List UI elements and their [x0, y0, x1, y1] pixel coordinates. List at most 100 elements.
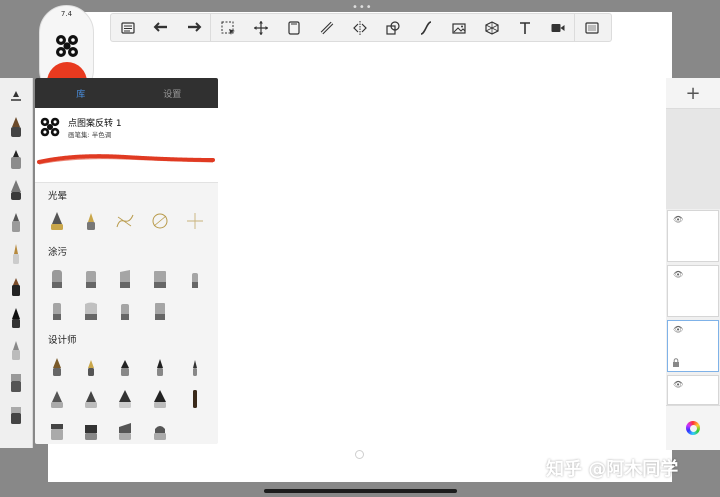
recent-brush-7[interactable]: [7, 307, 25, 329]
recent-brush-2[interactable]: [7, 148, 25, 170]
recent-brush-4[interactable]: [7, 211, 25, 233]
flat-brush-icon: [119, 423, 131, 440]
add-layer-button[interactable]: +: [666, 78, 720, 109]
glow-brush-2[interactable]: [81, 210, 101, 232]
designer-brush-2[interactable]: [81, 356, 101, 378]
glow-brush-3[interactable]: [115, 210, 135, 232]
recent-brush-8[interactable]: [7, 339, 25, 361]
layer-thumbnail-1[interactable]: 👁: [667, 210, 719, 262]
section-designer[interactable]: 设计师: [48, 332, 77, 346]
flat-brush-icon: [11, 374, 21, 392]
recent-brush-10[interactable]: [7, 403, 25, 425]
tab-settings[interactable]: 设置: [127, 78, 219, 108]
shapes-button[interactable]: [376, 14, 409, 41]
designer-brush-10[interactable]: [185, 388, 205, 410]
layer-thumbnail-3[interactable]: 👁: [667, 320, 719, 372]
layer-thumbnail-4[interactable]: 👁: [667, 375, 719, 405]
ruler-icon: [320, 21, 333, 34]
smudge-brush-3[interactable]: [115, 268, 135, 290]
glow-sparkle-icon: [187, 213, 203, 229]
designer-brush-14[interactable]: [150, 420, 170, 442]
designer-brush-5[interactable]: [185, 356, 205, 378]
smudge-brush-1[interactable]: [47, 268, 67, 290]
eye-icon[interactable]: 👁: [673, 270, 683, 279]
transform-button[interactable]: [244, 14, 277, 41]
section-smudge[interactable]: 涂污: [48, 244, 67, 258]
smudge-brush-2[interactable]: [81, 268, 101, 290]
glow-swirl-icon: [116, 214, 134, 228]
curve-button[interactable]: [409, 14, 442, 41]
tab-library[interactable]: 库: [35, 78, 127, 108]
lock-icon: [673, 358, 679, 367]
flat-brush-icon: [51, 424, 63, 440]
video-button[interactable]: [541, 14, 574, 41]
designer-brush-7[interactable]: [81, 388, 101, 410]
color-wheel-button[interactable]: [666, 405, 720, 450]
designer-brush-3[interactable]: [115, 356, 135, 378]
undo-button[interactable]: [144, 14, 177, 41]
layer-thumbnail-2[interactable]: 👁: [667, 265, 719, 317]
designer-brush-9[interactable]: [150, 388, 170, 410]
smudge-icon: [52, 270, 62, 288]
recent-brush-6[interactable]: [7, 275, 25, 297]
recent-brush-5[interactable]: [7, 243, 25, 265]
eye-icon[interactable]: 👁: [673, 325, 683, 334]
undo-icon: [153, 21, 167, 32]
pen-nib-icon: [193, 360, 197, 376]
current-brush-set: 画笔集: 半色调: [68, 131, 112, 139]
glow-brush-5[interactable]: [185, 210, 205, 232]
smudge-brush-6[interactable]: [47, 300, 67, 322]
recent-brush-9[interactable]: [7, 371, 25, 393]
brush-size-value: 7.4: [60, 10, 73, 18]
recent-brush-3[interactable]: [7, 179, 25, 201]
current-brush-header[interactable]: 点图案反转 1 画笔集: 半色调: [35, 108, 218, 183]
designer-brush-8[interactable]: [115, 388, 135, 410]
pen-nib-icon: [51, 391, 63, 408]
pen-nib-icon: [193, 390, 197, 408]
designer-brush-13[interactable]: [115, 420, 135, 442]
calligraphy-icon: [13, 244, 19, 264]
smudge-icon: [154, 271, 166, 288]
size-slider-handle[interactable]: [7, 85, 25, 107]
designer-brush-4[interactable]: [150, 356, 170, 378]
designer-brush-12[interactable]: [81, 420, 101, 442]
glow-soft-icon: [87, 213, 95, 230]
smudge-icon: [53, 303, 61, 320]
gallery-button[interactable]: [111, 14, 144, 41]
redo-button[interactable]: [177, 14, 210, 41]
selection-button[interactable]: [211, 14, 244, 41]
glow-brush-4[interactable]: [150, 210, 170, 232]
frame-button[interactable]: [575, 14, 608, 41]
text-button[interactable]: [508, 14, 541, 41]
smudge-brush-7[interactable]: [81, 300, 101, 322]
flat-brush-icon: [154, 426, 166, 440]
smudge-brush-9[interactable]: [150, 300, 170, 322]
layers-strip: + 👁 👁 👁 👁: [666, 78, 720, 450]
import-button[interactable]: [277, 14, 310, 41]
eye-icon[interactable]: 👁: [673, 215, 683, 224]
designer-brush-1[interactable]: [47, 356, 67, 378]
recent-brush-1[interactable]: [7, 116, 25, 138]
section-glow[interactable]: 光晕: [48, 188, 67, 202]
brush-stroke-preview: [37, 154, 215, 165]
top-toolbar: [110, 13, 612, 42]
ruler-button[interactable]: [310, 14, 343, 41]
roller-brush-icon: [11, 407, 21, 424]
list-icon: [120, 21, 135, 34]
panel-tabs: 库 设置: [35, 78, 218, 108]
designer-brush-11[interactable]: [47, 420, 67, 442]
smudge-brush-8[interactable]: [115, 300, 135, 322]
more-dots-icon[interactable]: •••: [352, 2, 373, 13]
image-button[interactable]: [442, 14, 475, 41]
marker-icon: [12, 278, 20, 296]
shapes-icon: [385, 20, 400, 35]
technical-pen-icon: [12, 308, 20, 328]
glow-brush-1[interactable]: [47, 210, 67, 232]
grid-3d-button[interactable]: [475, 14, 508, 41]
designer-brush-6[interactable]: [47, 388, 67, 410]
home-indicator[interactable]: [264, 489, 457, 493]
smudge-brush-4[interactable]: [150, 268, 170, 290]
symmetry-button[interactable]: [343, 14, 376, 41]
smudge-brush-5[interactable]: [185, 268, 205, 290]
eye-icon[interactable]: 👁: [673, 380, 683, 389]
